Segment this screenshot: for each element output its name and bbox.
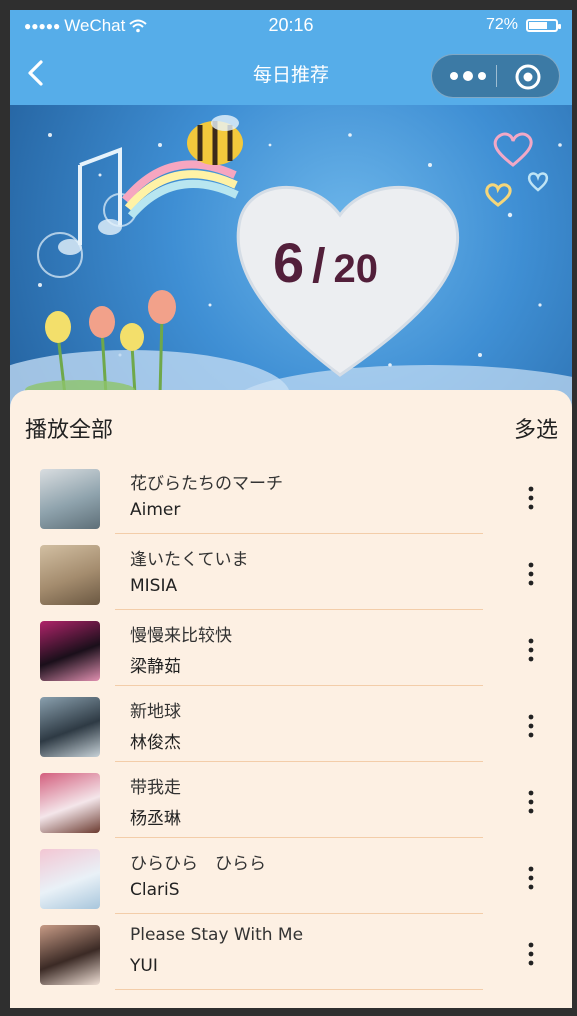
phone-screen: ●●●●● WeChat 20:16 72% 每日推荐 6 / 20 播放全部 … [10, 10, 572, 1008]
date-separator: / [312, 240, 326, 293]
play-all-button[interactable]: 播放全部 [25, 412, 113, 444]
song-artist: 梁静茹 [130, 657, 181, 677]
more-dots-icon[interactable] [448, 63, 488, 89]
capsule-divider [496, 65, 497, 87]
row-divider [115, 837, 483, 838]
album-cover [40, 849, 100, 909]
row-divider [115, 989, 483, 990]
close-miniprogram-icon[interactable] [514, 63, 542, 91]
album-cover [40, 621, 100, 681]
song-title: 逢いたくていま [130, 550, 249, 570]
song-row[interactable]: 花びらたちのマーチ Aimer [10, 469, 572, 545]
more-vertical-icon[interactable] [519, 483, 543, 513]
song-title: 新地球 [130, 702, 181, 722]
song-title: 慢慢来比较快 [130, 626, 232, 646]
more-vertical-icon[interactable] [519, 863, 543, 893]
more-vertical-icon[interactable] [519, 939, 543, 969]
album-cover [40, 697, 100, 757]
date-day: 6 [273, 231, 305, 294]
song-row[interactable]: 新地球 林俊杰 [10, 697, 572, 773]
song-artist: 杨丞琳 [130, 809, 181, 829]
daily-banner: 6/20 [10, 105, 572, 415]
multi-select-button[interactable]: 多选 [514, 412, 558, 444]
row-divider [115, 685, 483, 686]
battery-fill [529, 21, 548, 29]
song-row[interactable]: 逢いたくていま MISIA [10, 545, 572, 621]
song-title: 带我走 [130, 778, 181, 798]
song-title: Please Stay With Me [130, 925, 304, 945]
more-vertical-icon[interactable] [519, 787, 543, 817]
more-vertical-icon[interactable] [519, 635, 543, 665]
status-bar: ●●●●● WeChat 20:16 72% [10, 10, 572, 42]
row-divider [115, 533, 483, 534]
more-vertical-icon[interactable] [519, 559, 543, 589]
song-artist: Aimer [130, 500, 181, 520]
nav-bar: 每日推荐 [10, 42, 572, 105]
album-cover [40, 925, 100, 985]
status-right: 72% [485, 16, 561, 34]
row-divider [115, 913, 483, 914]
battery-icon [526, 18, 561, 32]
date-month: 20 [333, 247, 379, 291]
song-artist: ClariS [130, 880, 180, 900]
album-cover [40, 773, 100, 833]
song-row[interactable]: 带我走 杨丞琳 [10, 773, 572, 849]
row-divider [115, 609, 483, 610]
date-display: 6/20 [273, 230, 378, 295]
album-cover [40, 469, 100, 529]
song-artist: 林俊杰 [130, 733, 181, 753]
song-list-panel: 播放全部 多选 花びらたちのマーチ Aimer 逢いたくていま MISIA 慢慢来比较快… [10, 390, 572, 1008]
row-divider [115, 761, 483, 762]
more-vertical-icon[interactable] [519, 711, 543, 741]
miniprogram-capsule [431, 54, 560, 98]
song-row[interactable]: 慢慢来比较快 梁静茹 [10, 621, 572, 697]
list-header: 播放全部 多选 [25, 412, 558, 444]
album-cover [40, 545, 100, 605]
battery-percent: 72% [485, 16, 518, 33]
song-row[interactable]: Please Stay With Me YUI [10, 925, 572, 1001]
song-artist: YUI [130, 956, 158, 976]
song-row[interactable]: ひらひら ひらら ClariS [10, 849, 572, 925]
song-title: 花びらたちのマーチ [130, 474, 283, 494]
song-artist: MISIA [130, 576, 178, 596]
song-title: ひらひら ひらら [130, 854, 266, 874]
